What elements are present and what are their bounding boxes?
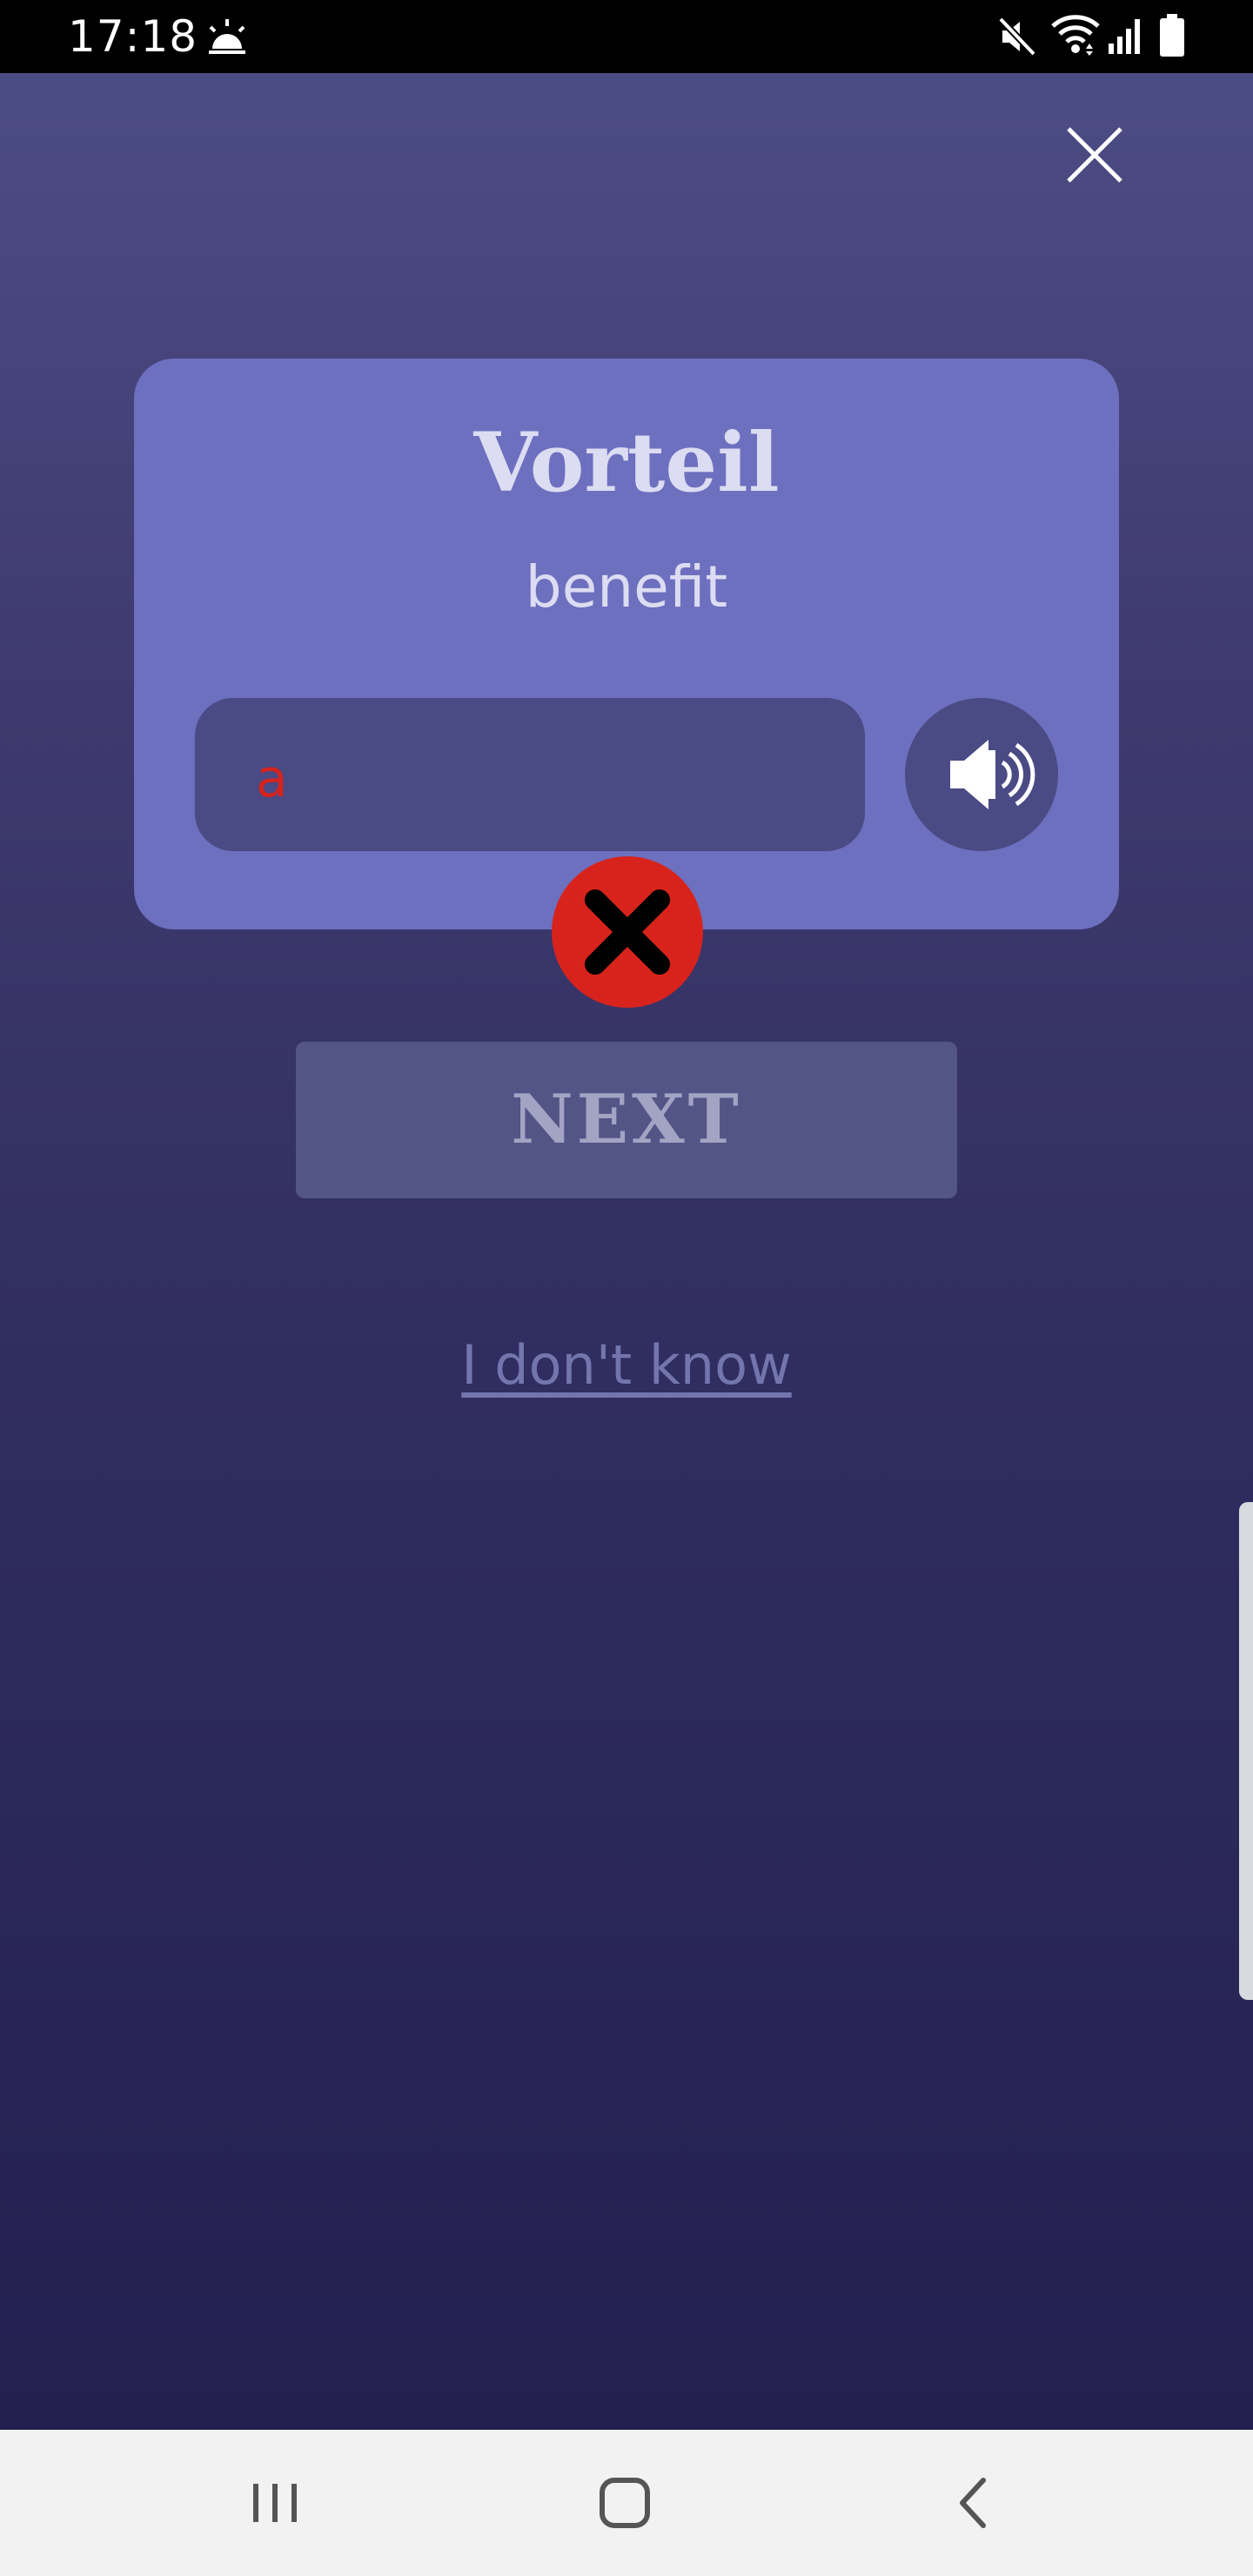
flashcard-translation: benefit — [525, 553, 728, 621]
screen: 17:18 Vorteil benefit a NEXT I don't kno… — [0, 0, 1253, 2576]
speaker-icon — [950, 740, 1035, 809]
flashcard: Vorteil benefit a — [134, 359, 1119, 929]
dont-know-link[interactable]: I don't know — [0, 1326, 1253, 1405]
answer-value: a — [256, 748, 288, 809]
flashcard-word: Vorteil — [473, 415, 780, 511]
x-icon — [585, 889, 670, 975]
recent-apps-icon — [253, 2484, 297, 2522]
mute-icon — [997, 16, 1039, 61]
status-time: 17:18 — [68, 11, 198, 62]
wifi-icon — [1051, 14, 1100, 61]
edge-panel-handle[interactable] — [1239, 1502, 1253, 2000]
battery-icon — [1157, 14, 1187, 61]
next-button[interactable]: NEXT — [296, 1042, 957, 1198]
recent-apps-button[interactable] — [231, 2459, 318, 2546]
signal-icon — [1107, 14, 1145, 59]
answer-input[interactable]: a — [195, 698, 865, 851]
status-bar: 17:18 — [0, 0, 1253, 73]
navigation-bar — [0, 2430, 1253, 2576]
home-icon — [600, 2478, 650, 2528]
back-button[interactable] — [931, 2459, 1018, 2546]
close-icon — [1067, 127, 1122, 183]
home-button[interactable] — [581, 2459, 668, 2546]
close-button[interactable] — [1058, 118, 1131, 191]
pronunciation-button[interactable] — [905, 698, 1058, 851]
incorrect-answer-badge — [552, 856, 703, 1008]
back-icon — [960, 2478, 986, 2528]
quiz-screen: Vorteil benefit a NEXT I don't know — [0, 73, 1253, 2430]
weather-sunrise-icon — [205, 17, 249, 59]
